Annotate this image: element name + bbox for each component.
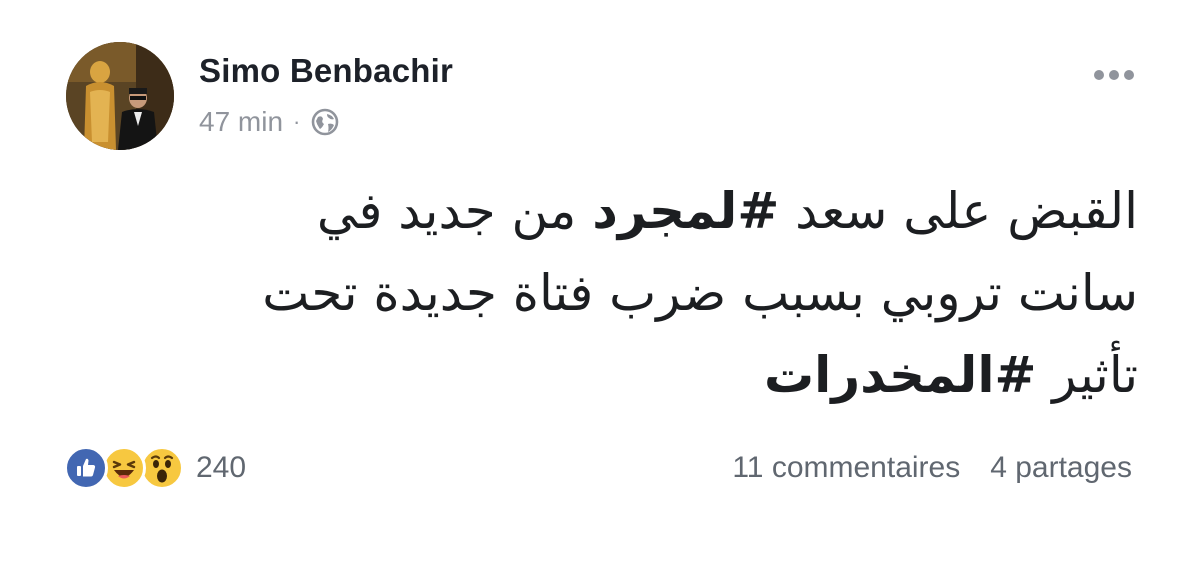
meta-separator: · bbox=[293, 109, 301, 134]
hashtag-link[interactable]: #لمجرد bbox=[592, 182, 779, 240]
post-timestamp[interactable]: 47 min bbox=[199, 106, 283, 138]
post-meta: 47 min · bbox=[199, 104, 340, 140]
facebook-post: Simo Benbachir 47 min · القبض على سعد #ل… bbox=[0, 0, 1200, 574]
author-name[interactable]: Simo Benbachir bbox=[199, 52, 453, 90]
wow-icon bbox=[140, 446, 184, 490]
reaction-count[interactable]: 240 bbox=[196, 451, 246, 485]
comments-count-link[interactable]: 11 commentaires bbox=[732, 451, 960, 485]
reactions-summary[interactable]: 240 bbox=[64, 446, 246, 490]
post-text: القبض على سعد #لمجرد من جديد في سانت ترو… bbox=[218, 170, 1138, 416]
haha-icon bbox=[102, 446, 146, 490]
post-text-segment: القبض على سعد bbox=[779, 182, 1138, 240]
shares-count-link[interactable]: 4 partages bbox=[990, 451, 1132, 485]
author-avatar[interactable] bbox=[66, 42, 174, 150]
more-options-button[interactable] bbox=[1086, 60, 1142, 90]
globe-icon[interactable] bbox=[310, 107, 340, 137]
more-dot bbox=[1124, 70, 1134, 80]
more-dot bbox=[1109, 70, 1119, 80]
like-icon bbox=[64, 446, 108, 490]
engagement-counts: 11 commentaires 4 partages bbox=[732, 448, 1132, 488]
more-horizontal-icon bbox=[1094, 70, 1104, 80]
hashtag-link[interactable]: #المخدرات bbox=[764, 346, 1036, 404]
